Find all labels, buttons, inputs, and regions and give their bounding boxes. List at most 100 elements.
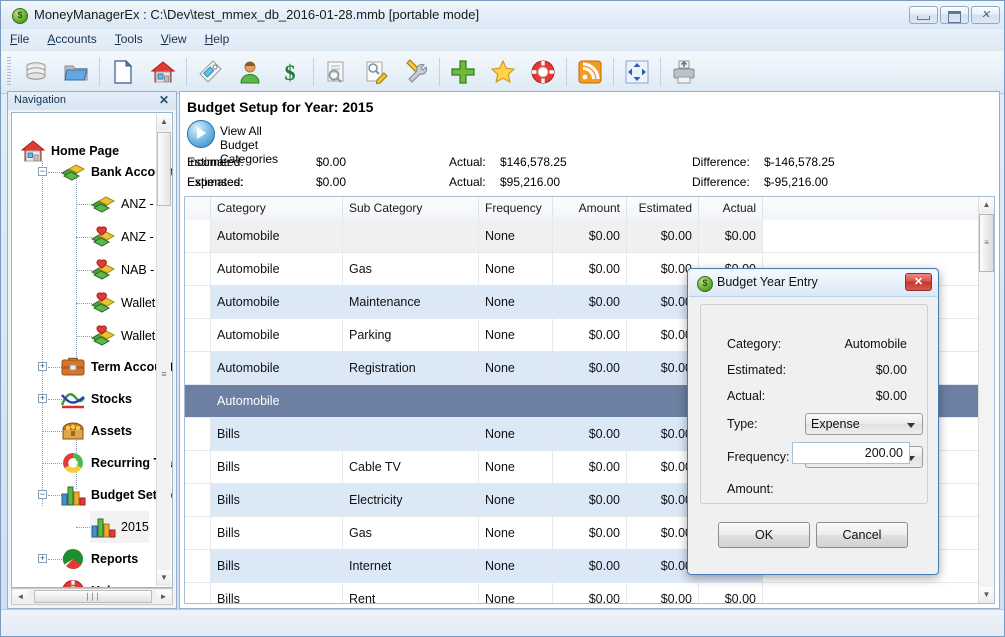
table-cell-sub-category: Maintenance xyxy=(343,286,479,318)
sidebar-item-help[interactable]: Help xyxy=(60,575,118,588)
sidebar-item-stocks[interactable]: Stocks xyxy=(60,383,132,415)
table-cell-sub-category: Rent xyxy=(343,583,479,604)
maximize-button[interactable] xyxy=(940,6,969,24)
menu-help[interactable]: Help xyxy=(196,29,239,48)
table-vertical-scrollbar[interactable]: ▲ ≡ ▼ xyxy=(978,197,994,603)
table-cell-estimated: $0.00 xyxy=(627,220,699,252)
dialog-ok-button[interactable]: OK xyxy=(718,522,810,548)
print-button[interactable] xyxy=(665,55,703,89)
navigation-horizontal-scrollbar[interactable]: ◄ ∣∣∣ ► xyxy=(11,588,173,605)
payee-person-icon xyxy=(237,59,263,85)
dialog-actual-value: $0.00 xyxy=(876,389,907,403)
navigation-scroll-thumb[interactable] xyxy=(157,132,171,206)
tree-expander-bank-accounts[interactable]: − xyxy=(38,167,47,176)
navigation-panel: Navigation ✕ Home Page xyxy=(7,91,177,609)
money-heart-icon xyxy=(90,324,116,348)
table-scroll-thumb[interactable]: ≡ xyxy=(979,214,994,272)
sidebar-item-wallet-1[interactable]: Wallet xyxy=(90,287,155,319)
dialog-category-label: Category: xyxy=(727,337,781,351)
navigation-title: Navigation xyxy=(14,94,66,106)
menu-accounts[interactable]: Accounts xyxy=(38,29,105,48)
new-transaction-button[interactable] xyxy=(444,55,482,89)
edit-report-button[interactable] xyxy=(357,55,395,89)
svg-text:$: $ xyxy=(285,60,296,85)
table-cell-frequency: None xyxy=(479,484,553,516)
table-cell-category: Bills xyxy=(211,517,343,549)
new-document-button[interactable] xyxy=(104,55,142,89)
sidebar-item-anz-1[interactable]: ANZ - xyxy=(90,188,154,220)
news-button[interactable] xyxy=(571,55,609,89)
sidebar-item-reports[interactable]: Reports xyxy=(60,543,138,575)
table-header-amount[interactable]: Amount xyxy=(553,197,627,219)
dialog-type-label: Type: xyxy=(727,417,758,431)
dialog-amount-input[interactable]: 200.00 xyxy=(792,442,910,464)
sidebar-item-nab[interactable]: NAB - xyxy=(90,254,154,286)
dialog-field-group: Category: Automobile Estimated: $0.00 Ac… xyxy=(700,304,928,504)
table-cell-amount: $0.00 xyxy=(553,352,627,384)
menu-file[interactable]: File xyxy=(1,29,38,48)
table-header-estimated[interactable]: Estimated xyxy=(627,197,699,219)
scroll-right-arrow-icon[interactable]: ► xyxy=(156,590,171,603)
payees-button[interactable] xyxy=(231,55,269,89)
fullscreen-button[interactable] xyxy=(618,55,656,89)
table-cell-category: Automobile xyxy=(211,220,343,252)
dialog-cancel-button[interactable]: Cancel xyxy=(816,522,908,548)
help-lifebuoy-icon xyxy=(530,59,556,85)
table-row-gutter xyxy=(185,517,211,549)
menu-tools[interactable]: Tools xyxy=(106,29,152,48)
navigation-close-icon[interactable]: ✕ xyxy=(157,93,171,107)
toolbar-separator xyxy=(566,58,567,86)
home-page-button[interactable] xyxy=(144,55,182,89)
sidebar-item-anz-2[interactable]: ANZ - xyxy=(90,221,154,253)
tree-expander-term-accounts[interactable]: + xyxy=(38,362,47,371)
table-row[interactable]: AutomobileNone$0.00$0.00$0.00 xyxy=(185,220,994,253)
help-button[interactable] xyxy=(524,55,562,89)
table-scroll-down-arrow-icon[interactable]: ▼ xyxy=(979,587,994,603)
categories-button[interactable] xyxy=(191,55,229,89)
scroll-left-arrow-icon[interactable]: ◄ xyxy=(13,590,28,603)
navigation-vertical-scrollbar[interactable]: ▲ ≡ ▼ xyxy=(156,114,171,586)
sidebar-item-wallet-2[interactable]: Wallet xyxy=(90,320,155,352)
scroll-up-arrow-icon[interactable]: ▲ xyxy=(157,114,171,130)
new-database-button[interactable] xyxy=(17,55,55,89)
navigation-hscroll-thumb[interactable]: ∣∣∣ xyxy=(34,590,152,603)
navigation-tree[interactable]: Home Page − Bank Accounts xyxy=(11,112,173,588)
play-circle-icon[interactable] xyxy=(187,120,215,148)
close-button[interactable]: ✕ xyxy=(971,6,1000,24)
options-button[interactable] xyxy=(397,55,435,89)
toolbar-grip[interactable] xyxy=(7,57,11,87)
money-heart-icon xyxy=(90,225,116,249)
table-header-actual[interactable]: Actual xyxy=(699,197,763,219)
table-header-category[interactable]: Category xyxy=(211,197,343,219)
scroll-down-arrow-icon[interactable]: ▼ xyxy=(157,570,171,586)
sidebar-item-2015[interactable]: 2015 xyxy=(90,511,149,543)
money-stack-icon xyxy=(60,160,86,184)
navigation-header: Navigation ✕ xyxy=(8,92,176,110)
table-row[interactable]: BillsRentNone$0.00$0.00$0.00 xyxy=(185,583,994,604)
tree-expander-reports[interactable]: + xyxy=(38,554,47,563)
help-lifebuoy-icon xyxy=(60,579,86,588)
open-database-button[interactable] xyxy=(57,55,95,89)
transaction-filter-button[interactable] xyxy=(317,55,355,89)
fullscreen-icon xyxy=(624,59,650,85)
table-header-frequency[interactable]: Frequency xyxy=(479,197,553,219)
sidebar-item-label: ANZ - xyxy=(121,197,154,211)
table-cell-sub-category: Gas xyxy=(343,253,479,285)
minimize-button[interactable] xyxy=(909,6,938,24)
table-cell-amount: $0.00 xyxy=(553,484,627,516)
favourites-button[interactable] xyxy=(484,55,522,89)
dialog-title: Budget Year Entry xyxy=(717,275,818,289)
table-cell-frequency: None xyxy=(479,451,553,483)
table-cell-amount: $0.00 xyxy=(553,418,627,450)
dialog-close-button[interactable]: ✕ xyxy=(905,273,932,291)
menu-view[interactable]: View xyxy=(152,29,196,48)
tree-expander-stocks[interactable]: + xyxy=(38,394,47,403)
dialog-type-select[interactable]: Expense xyxy=(805,413,923,435)
sidebar-item-assets[interactable]: Assets xyxy=(60,415,132,447)
tree-expander-budget-setup[interactable]: − xyxy=(38,490,47,499)
table-cell-category: Bills xyxy=(211,550,343,582)
table-header-sub-category[interactable]: Sub Category xyxy=(343,197,479,219)
currencies-button[interactable]: $ xyxy=(271,55,309,89)
table-scroll-up-arrow-icon[interactable]: ▲ xyxy=(979,197,994,213)
table-cell-frequency: None xyxy=(479,352,553,384)
